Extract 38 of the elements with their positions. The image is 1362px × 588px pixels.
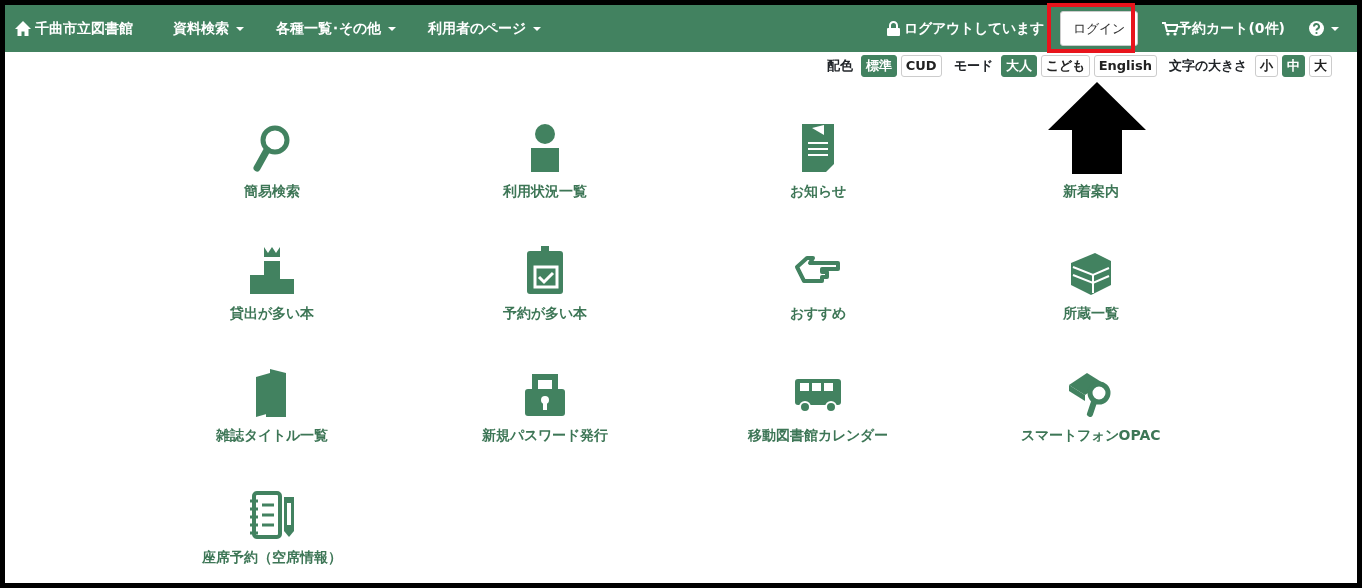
cart-icon — [1162, 21, 1179, 36]
help-menu[interactable] — [1309, 21, 1339, 36]
lock-icon — [887, 21, 901, 36]
menu-link[interactable]: 所蔵一覧 — [1062, 303, 1119, 324]
menu-link[interactable]: 新規パスワード発行 — [481, 425, 608, 446]
menu-link[interactable]: 移動図書館カレンダー — [747, 425, 888, 446]
login-status: ログアウトしています — [904, 19, 1045, 38]
menu-link[interactable]: 簡易検索 — [243, 181, 300, 202]
option-button[interactable]: こども — [1040, 55, 1090, 77]
menu-link[interactable]: 貸出が多い本 — [229, 303, 314, 324]
notebook-icon — [247, 489, 296, 539]
setting-label: モード — [953, 57, 993, 76]
menu-link[interactable]: 雑誌タイトル一覧 — [215, 425, 328, 446]
option-button[interactable]: 中 — [1282, 55, 1305, 77]
podium-icon — [247, 245, 296, 295]
setting-label: 文字の大きさ — [1169, 57, 1247, 76]
login-button[interactable]: ログイン — [1060, 10, 1139, 47]
menu-dropdown[interactable]: 利用者のページ — [428, 18, 541, 39]
option-button[interactable]: 標準 — [860, 55, 897, 77]
menu-link[interactable]: 新着案内 — [1062, 181, 1119, 202]
menu-dropdown[interactable]: 資料検索 — [173, 18, 244, 39]
menu-link[interactable]: 予約が多い本 — [502, 303, 587, 324]
option-button[interactable]: 大 — [1309, 55, 1332, 77]
menu-link[interactable]: お知らせ — [789, 181, 846, 202]
setting-label: 配色 — [826, 57, 853, 76]
option-button[interactable]: 大人 — [1000, 55, 1037, 77]
menu-link[interactable]: スマートフォンOPAC — [1020, 425, 1161, 446]
brand-link[interactable]: 千曲市立図書館 — [15, 18, 133, 39]
option-button[interactable]: 小 — [1255, 55, 1278, 77]
help-icon — [1309, 21, 1324, 36]
menu-link[interactable]: 座席予約（空席情報） — [201, 547, 342, 568]
option-button[interactable]: English — [1093, 55, 1157, 77]
menu-dropdown[interactable]: 各種一覧･その他 — [276, 18, 396, 39]
home-icon — [15, 21, 31, 36]
cart-link[interactable]: 予約カート(0件) — [1162, 18, 1285, 39]
menu-link[interactable]: おすすめ — [789, 303, 846, 324]
menu-link[interactable]: 利用状況一覧 — [502, 181, 587, 202]
option-button[interactable]: CUD — [900, 55, 942, 77]
